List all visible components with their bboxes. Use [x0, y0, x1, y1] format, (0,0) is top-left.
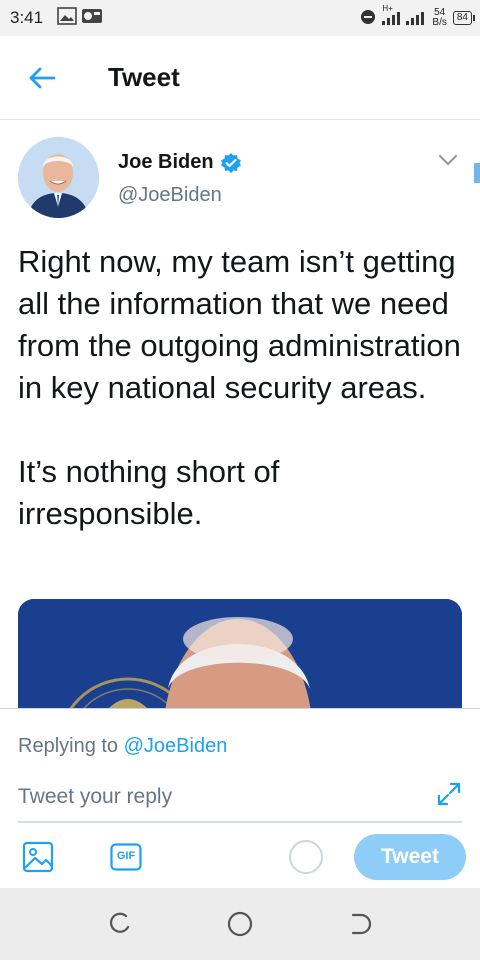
- tweet-author-row: Joe Biden @JoeBiden: [18, 137, 466, 221]
- author-handle[interactable]: @JoeBiden: [118, 184, 222, 207]
- tweet-detail: Joe Biden @JoeBiden Right now, my team i…: [0, 121, 480, 708]
- nav-back-icon: [351, 913, 372, 935]
- tweet-media[interactable]: [18, 599, 462, 708]
- reply-input[interactable]: [18, 783, 462, 823]
- image-icon: [22, 841, 54, 873]
- tweet-text: Right now, my team isn’t getting all the…: [18, 244, 461, 531]
- status-time: 3:41: [10, 8, 44, 27]
- add-gif-button[interactable]: GIF: [110, 843, 142, 876]
- network-type: H+: [382, 4, 393, 13]
- tweet-submit-button[interactable]: Tweet: [354, 834, 466, 880]
- speed-unit: B/s: [432, 17, 447, 28]
- expand-composer-button[interactable]: [436, 781, 462, 812]
- composer-toolbar: GIF Tweet: [0, 829, 480, 889]
- nav-home-icon: [227, 911, 253, 937]
- verified-badge-icon: [220, 152, 241, 173]
- network-speed: 54 B/s: [432, 8, 446, 28]
- scroll-indicator: [474, 163, 480, 183]
- reply-composer: Replying to @JoeBiden GIF Tweet: [0, 708, 480, 888]
- author-name-text: Joe Biden: [118, 151, 214, 173]
- nav-back-button[interactable]: [346, 910, 374, 943]
- status-bar: 3:41 H+ 54 B/s 84: [0, 0, 480, 36]
- page-title: Tweet: [108, 62, 180, 92]
- tweet-options-button[interactable]: [438, 153, 458, 171]
- gif-label: GIF: [116, 850, 136, 862]
- gallery-notification-icon: [57, 6, 77, 30]
- nav-home-button[interactable]: [226, 910, 254, 943]
- avatar[interactable]: [18, 137, 99, 218]
- character-count-ring: [289, 840, 323, 874]
- dnd-icon: [360, 9, 376, 28]
- battery-indicator: 84: [452, 11, 476, 25]
- top-app-bar: Tweet: [0, 36, 480, 120]
- chevron-down-icon: [439, 155, 457, 166]
- system-nav-bar: [0, 888, 480, 960]
- photo-notification-icon: [81, 7, 103, 30]
- replying-handle-link[interactable]: @JoeBiden: [124, 735, 228, 757]
- expand-icon: [437, 782, 461, 806]
- replying-prefix: Replying to: [18, 735, 124, 757]
- author-name[interactable]: Joe Biden: [118, 151, 242, 174]
- nav-recents-icon: [110, 912, 130, 933]
- back-button[interactable]: [0, 36, 84, 120]
- signal-icon: H+: [382, 4, 426, 26]
- nav-recents-button[interactable]: [106, 910, 134, 943]
- replying-to-label: Replying to @JoeBiden: [18, 735, 227, 758]
- arrow-left-icon: [29, 67, 56, 88]
- add-image-button[interactable]: [22, 841, 54, 878]
